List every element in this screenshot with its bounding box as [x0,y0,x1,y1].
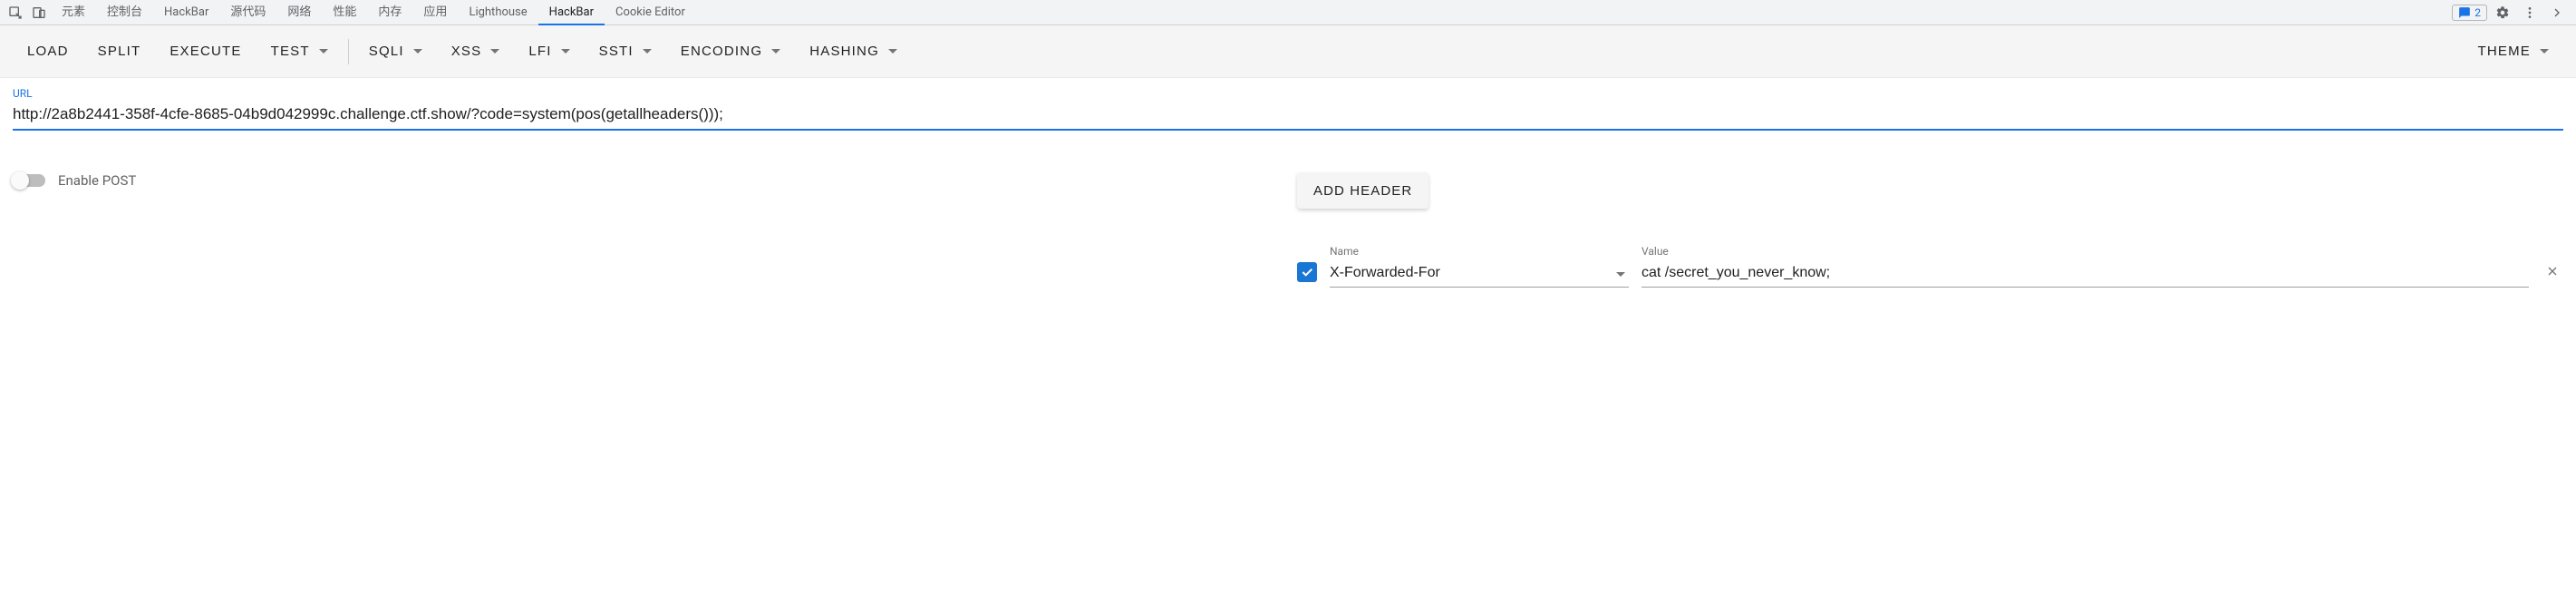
ssti-button[interactable]: SSTI [585,35,666,68]
load-button[interactable]: LOAD [13,35,83,68]
tab-memory[interactable]: 内存 [367,0,412,25]
header-name-input[interactable] [1330,261,1629,288]
chevron-down-icon [643,49,652,54]
tab-hackbar-1[interactable]: HackBar [153,0,219,25]
messages-count: 2 [2474,6,2481,19]
url-input[interactable] [13,102,2563,131]
test-button[interactable]: TEST [257,35,343,68]
header-value-field: Value [1641,245,2529,288]
tab-console[interactable]: 控制台 [96,0,153,25]
split-button[interactable]: SPLIT [83,35,156,68]
header-name-field: Name [1330,245,1629,288]
messages-badge[interactable]: 2 [2452,5,2487,21]
remove-header-button[interactable] [2542,260,2563,282]
chevron-down-icon [888,49,897,54]
encoding-button[interactable]: ENCODING [666,35,795,68]
encoding-label: ENCODING [681,44,762,59]
lfi-label: LFI [528,44,551,59]
header-value-label: Value [1641,245,2529,258]
gear-icon[interactable] [2491,1,2514,24]
chevron-down-icon [319,49,328,54]
devtools-tab-bar: 元素 控制台 HackBar 源代码 网络 性能 内存 应用 Lighthous… [0,0,2576,25]
tab-network[interactable]: 网络 [276,0,322,25]
switch-thumb [11,171,29,190]
theme-label: THEME [2478,44,2532,59]
test-label: TEST [271,44,310,59]
execute-button[interactable]: EXECUTE [155,35,256,68]
ssti-label: SSTI [599,44,634,59]
lfi-button[interactable]: LFI [514,35,584,68]
tab-sources[interactable]: 源代码 [219,0,276,25]
enable-post-row: Enable POST [13,172,1288,189]
hashing-button[interactable]: HASHING [795,35,912,68]
xss-label: XSS [451,44,482,59]
device-toggle-icon[interactable] [27,1,51,24]
sqli-button[interactable]: SQLI [354,35,437,68]
tab-lighthouse[interactable]: Lighthouse [458,0,537,25]
enable-post-toggle[interactable] [13,174,45,187]
hashing-label: HASHING [809,44,879,59]
chevron-right-overflow-icon[interactable] [2545,1,2569,24]
more-vertical-icon[interactable] [2518,1,2542,24]
theme-button[interactable]: THEME [2464,35,2564,68]
chevron-down-icon [561,49,570,54]
header-name-label: Name [1330,245,1629,258]
tab-cookie-editor[interactable]: Cookie Editor [605,0,696,25]
enable-post-label: Enable POST [58,172,136,189]
chevron-down-icon [413,49,422,54]
url-section: URL [0,78,2576,131]
tab-elements[interactable]: 元素 [51,0,96,25]
xss-button[interactable]: XSS [437,35,515,68]
tab-hackbar-2[interactable]: HackBar [538,0,605,25]
chevron-down-icon [771,49,780,54]
chevron-down-icon[interactable] [1616,272,1625,277]
tab-performance[interactable]: 性能 [322,0,367,25]
chevron-down-icon [490,49,499,54]
tab-application[interactable]: 应用 [412,0,458,25]
hackbar-toolbar: LOAD SPLIT EXECUTE TEST SQLI XSS LFI SST… [0,25,2576,78]
header-row: Name Value [1297,245,2563,288]
chevron-down-icon [2540,49,2549,54]
toolbar-separator [348,39,349,64]
url-label: URL [13,87,2563,100]
sqli-label: SQLI [369,44,404,59]
add-header-button[interactable]: ADD HEADER [1297,172,1428,209]
lower-section: Enable POST ADD HEADER Name Value [0,131,2576,288]
header-enabled-checkbox[interactable] [1297,262,1317,282]
inspect-element-icon[interactable] [4,1,27,24]
header-value-input[interactable] [1641,261,2529,288]
